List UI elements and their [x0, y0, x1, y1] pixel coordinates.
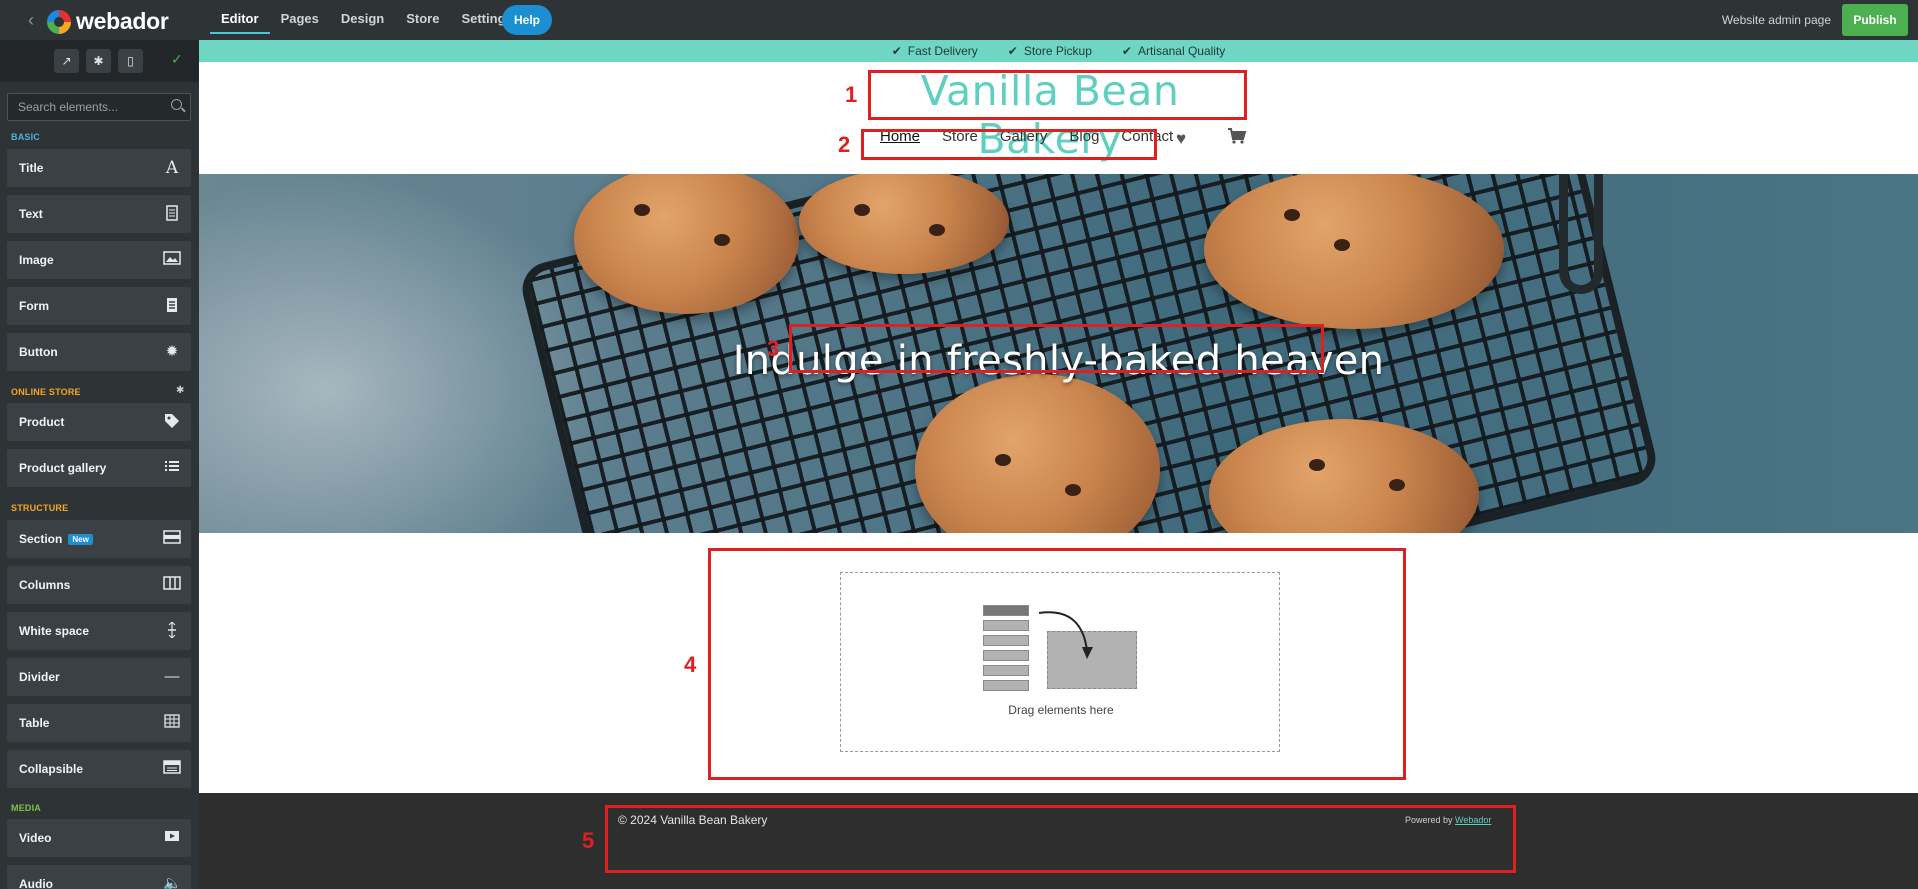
- section-heading-media: MEDIA: [11, 803, 41, 813]
- nav-store[interactable]: Store: [395, 0, 450, 40]
- help-button[interactable]: Help: [502, 5, 552, 35]
- brand-name: webador: [76, 8, 169, 34]
- whitespace-icon: [163, 621, 181, 640]
- new-badge: New: [68, 534, 93, 545]
- rack-handle-image: [1559, 174, 1603, 294]
- elements-sidebar: ↗ ✱ ▯ ✓ BASIC Title A Text Image Form Bu…: [0, 40, 199, 889]
- section-icon: [163, 530, 181, 548]
- element-label-text: Section: [19, 532, 63, 546]
- publish-button[interactable]: Publish: [1842, 4, 1908, 36]
- element-label: Audio: [19, 877, 53, 889]
- element-label: Form: [19, 299, 49, 313]
- check-icon: ✔: [891, 44, 902, 58]
- element-label: Title: [19, 161, 44, 175]
- annotation-number-1: 1: [845, 82, 858, 107]
- text-document-icon: [163, 205, 181, 223]
- mobile-preview-icon[interactable]: ▯: [118, 49, 143, 73]
- form-icon: [163, 297, 181, 315]
- gear-icon[interactable]: ✱: [86, 49, 111, 73]
- nav-design[interactable]: Design: [330, 0, 395, 40]
- webador-logo[interactable]: webador: [47, 8, 169, 35]
- element-table[interactable]: Table: [7, 704, 191, 742]
- element-label: Table: [19, 716, 50, 730]
- element-audio[interactable]: Audio 🔈: [7, 865, 191, 889]
- element-collapsible[interactable]: Collapsible: [7, 750, 191, 788]
- element-label: Section New: [19, 532, 93, 546]
- element-title[interactable]: Title A: [7, 149, 191, 187]
- element-label: Image: [19, 253, 54, 267]
- element-white-space[interactable]: White space: [7, 612, 191, 650]
- external-link-icon[interactable]: ↗: [54, 49, 79, 73]
- element-label: Text: [19, 207, 43, 221]
- element-video[interactable]: Video: [7, 819, 191, 857]
- top-bar: ‹ webador Editor Pages Design Store Sett…: [0, 0, 1918, 40]
- sidebar-toolbar: ↗ ✱ ▯ ✓: [0, 40, 199, 82]
- element-label: Columns: [19, 578, 71, 592]
- annotation-box-1: [868, 70, 1247, 120]
- annotation-number-2: 2: [838, 132, 851, 157]
- element-columns[interactable]: Columns: [7, 566, 191, 604]
- collapsible-icon: [163, 760, 181, 778]
- saved-check-icon: ✓: [171, 51, 183, 67]
- section-heading-basic: BASIC: [11, 132, 41, 142]
- element-divider[interactable]: Divider —: [7, 658, 191, 696]
- title-icon: A: [165, 158, 179, 178]
- usp-item: ✔ Artisanal Quality: [1122, 40, 1225, 62]
- element-label: Product gallery: [19, 461, 107, 475]
- element-product-gallery[interactable]: Product gallery: [7, 449, 191, 487]
- element-button[interactable]: Button ✹: [7, 333, 191, 371]
- element-label: Collapsible: [19, 762, 84, 776]
- check-icon: ✔: [1121, 44, 1132, 58]
- tag-icon: [163, 413, 181, 431]
- audio-icon: 🔈: [163, 875, 182, 889]
- main-nav: Editor Pages Design Store Settings: [210, 0, 524, 40]
- search-elements-input[interactable]: [8, 94, 158, 120]
- usp-item: ✔ Store Pickup: [1008, 40, 1092, 62]
- store-settings-gear-icon[interactable]: ✱: [176, 385, 184, 396]
- element-label: Divider: [19, 670, 60, 684]
- element-section[interactable]: Section New: [7, 520, 191, 558]
- list-icon: [163, 459, 181, 477]
- element-form[interactable]: Form: [7, 287, 191, 325]
- annotation-number-5: 5: [582, 828, 595, 853]
- webador-logo-mark-icon: [47, 9, 71, 34]
- element-image[interactable]: Image: [7, 241, 191, 279]
- usp-bar: ✔ Fast Delivery ✔ Store Pickup ✔ Artisanal …: [199, 40, 1918, 62]
- usp-item: ✔ Fast Delivery: [892, 40, 978, 62]
- annotation-number-3: 3: [767, 336, 780, 361]
- section-heading-structure: STRUCTURE: [11, 503, 69, 513]
- annotation-box-4: [708, 548, 1406, 780]
- element-product[interactable]: Product: [7, 403, 191, 441]
- search-elements: [7, 93, 191, 121]
- annotation-number-4: 4: [684, 652, 697, 677]
- heart-icon[interactable]: ♥: [1176, 129, 1186, 149]
- usp-label: Store Pickup: [1023, 44, 1092, 58]
- divider-icon: —: [164, 668, 180, 685]
- element-label: Button: [19, 345, 58, 359]
- annotation-box-3: [789, 324, 1324, 373]
- check-icon: ✔: [1007, 44, 1018, 58]
- search-icon[interactable]: [171, 99, 182, 110]
- nav-pages[interactable]: Pages: [270, 0, 330, 40]
- cart-icon[interactable]: [1227, 128, 1247, 149]
- element-label: Video: [19, 831, 52, 845]
- usp-label: Artisanal Quality: [1137, 44, 1226, 58]
- nav-editor[interactable]: Editor: [210, 0, 270, 34]
- button-icon: ✹: [165, 343, 179, 360]
- usp-label: Fast Delivery: [907, 44, 978, 58]
- columns-icon: [163, 576, 181, 594]
- element-label: Product: [19, 415, 65, 429]
- section-heading-online-store: ONLINE STORE: [11, 387, 81, 397]
- back-chevron-icon[interactable]: ‹: [28, 10, 34, 31]
- table-icon: [163, 714, 181, 732]
- element-label: White space: [19, 624, 90, 638]
- website-admin-link[interactable]: Website admin page: [1722, 13, 1831, 27]
- annotation-box-5: [605, 805, 1516, 873]
- annotation-box-2: [861, 129, 1157, 160]
- image-icon: [163, 251, 181, 269]
- element-text[interactable]: Text: [7, 195, 191, 233]
- cookie-image: [1204, 174, 1504, 329]
- video-icon: [163, 829, 181, 847]
